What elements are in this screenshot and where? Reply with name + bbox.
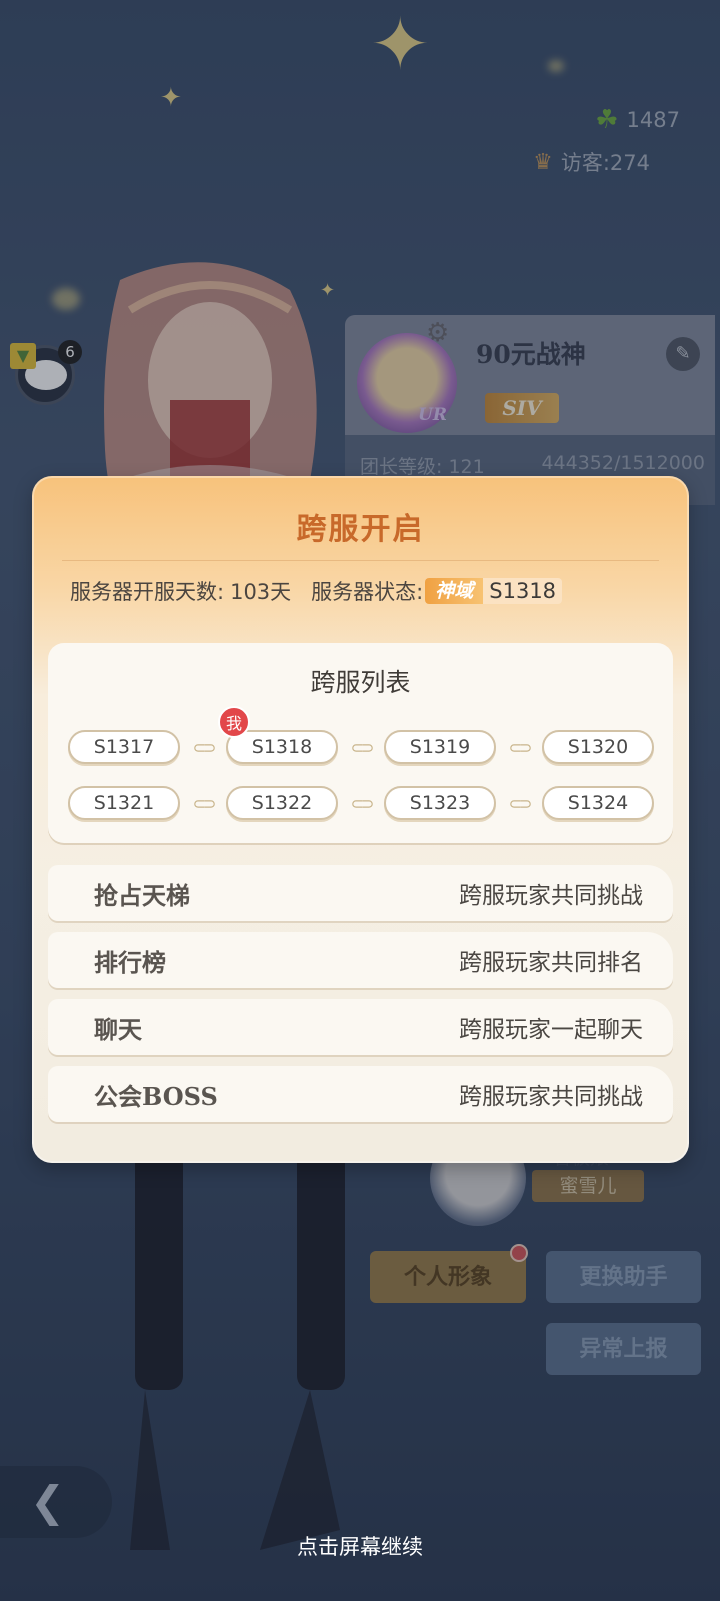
link-icon: ⊂⊃: [192, 793, 217, 813]
feature-name: 抢占天梯: [94, 880, 190, 910]
divider: [62, 560, 659, 561]
feature-row-guild-boss[interactable]: 公会BOSS 跨服玩家共同挑战: [48, 1066, 673, 1122]
server-pill-label: S1318: [251, 736, 313, 758]
server-pill[interactable]: S1317: [68, 730, 180, 764]
server-list-panel: 跨服列表 S1317 ⊂⊃ S1318 我 ⊂⊃ S1319 ⊂⊃ S1320 …: [48, 643, 673, 843]
server-list-title: 跨服列表: [310, 668, 411, 697]
tap-to-continue-hint[interactable]: 点击屏幕继续: [0, 1531, 720, 1561]
cross-server-dialog: 跨服开启 服务器开服天数: 103天 服务器状态: 神域 S1318 跨服列表 …: [32, 476, 689, 1163]
server-row-1: S1317 ⊂⊃ S1318 我 ⊂⊃ S1319 ⊂⊃ S1320: [68, 706, 654, 764]
feature-row-leaderboard[interactable]: 排行榜 跨服玩家共同排名: [48, 932, 673, 988]
status-tag: 神域 S1318: [425, 578, 563, 604]
feature-desc: 跨服玩家共同挑战: [459, 1084, 643, 1110]
server-pill[interactable]: S1320: [542, 730, 654, 764]
link-icon: ⊂⊃: [350, 737, 375, 757]
feature-desc: 跨服玩家一起聊天: [459, 1017, 643, 1043]
server-pill[interactable]: S1321: [68, 786, 180, 820]
server-row-2: S1321 ⊂⊃ S1322 ⊂⊃ S1323 ⊂⊃ S1324: [68, 786, 654, 820]
me-badge: 我: [218, 706, 250, 738]
feature-desc: 跨服玩家共同挑战: [459, 883, 643, 909]
feature-row-chat[interactable]: 聊天 跨服玩家一起聊天: [48, 999, 673, 1055]
open-days-label: 服务器开服天数:: [70, 580, 225, 604]
feature-row-ladder[interactable]: 抢占天梯 跨服玩家共同挑战: [48, 865, 673, 921]
server-pill[interactable]: S1324: [542, 786, 654, 820]
status-label: 服务器状态:: [311, 580, 424, 604]
feature-name: 公会BOSS: [94, 1081, 218, 1111]
status-server: S1318: [489, 579, 557, 603]
link-icon: ⊂⊃: [192, 737, 217, 757]
link-icon: ⊂⊃: [508, 793, 533, 813]
server-pill[interactable]: S1323: [384, 786, 496, 820]
server-pill[interactable]: S1319: [384, 730, 496, 764]
dialog-title: 跨服开启: [296, 512, 425, 547]
open-days-value: 103天: [230, 580, 292, 604]
status-realm: 神域: [425, 578, 484, 604]
server-pill[interactable]: S1322: [226, 786, 338, 820]
feature-desc: 跨服玩家共同排名: [459, 950, 643, 976]
server-pill-current[interactable]: S1318 我: [218, 706, 338, 764]
server-info-row: 服务器开服天数: 103天 服务器状态: 神域 S1318: [70, 576, 563, 606]
feature-name: 聊天: [94, 1014, 142, 1044]
link-icon: ⊂⊃: [508, 737, 533, 757]
feature-name: 排行榜: [94, 947, 166, 977]
link-icon: ⊂⊃: [350, 793, 375, 813]
